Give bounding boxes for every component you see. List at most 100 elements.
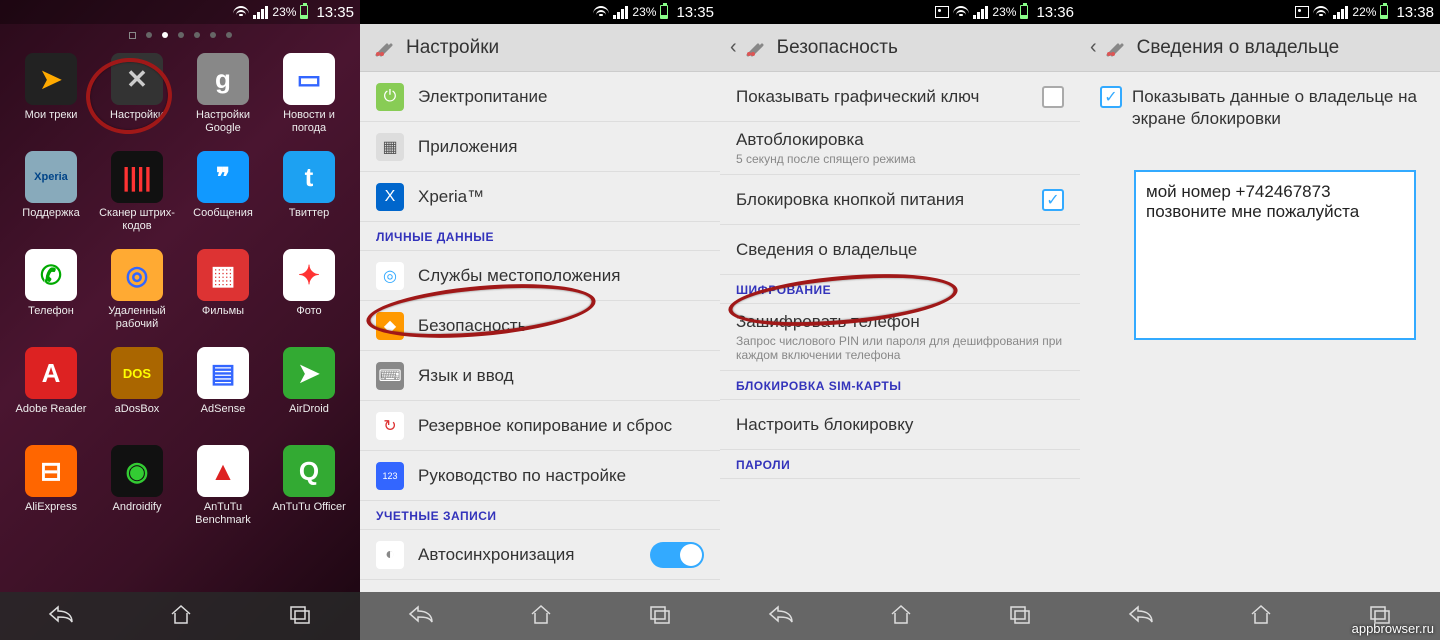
row-label: Резервное копирование и сброс <box>418 416 704 436</box>
picture-icon <box>1295 6 1309 18</box>
nav-bar <box>0 592 360 640</box>
show-on-lockscreen-row[interactable]: ✓ Показывать данные о владельце на экран… <box>1094 86 1426 130</box>
app-label: aDosBox <box>115 403 160 416</box>
settings-row[interactable]: ▦Приложения <box>360 122 720 172</box>
app-твиттер[interactable]: t Твиттер <box>266 151 352 245</box>
back-button[interactable] <box>768 604 794 629</box>
settings-row[interactable]: Показывать графический ключ✓ <box>720 72 1080 122</box>
settings-row[interactable]: Зашифровать телефонЗапрос числового PIN … <box>720 304 1080 371</box>
home-button[interactable] <box>1249 603 1273 630</box>
back-button[interactable] <box>408 604 434 629</box>
settings-icon <box>741 34 769 62</box>
signal-icon <box>253 6 268 19</box>
app-icon: ◉ <box>111 445 163 497</box>
checkbox-icon[interactable]: ✓ <box>1100 86 1122 108</box>
signal-icon <box>973 6 988 19</box>
app-icon: ▤ <box>197 347 249 399</box>
app-icon: ✕ <box>111 53 163 105</box>
app-adsense[interactable]: ▤ AdSense <box>180 347 266 441</box>
app-label: AdSense <box>201 403 246 416</box>
checkbox-icon[interactable]: ✓ <box>1042 86 1064 108</box>
app-label: Androidify <box>113 501 162 514</box>
phone-3-security: 23% 13:36 ‹ Безопасность Показывать граф… <box>720 0 1080 640</box>
security-list[interactable]: Показывать графический ключ✓Автоблокиров… <box>720 72 1080 592</box>
app-icon: ▦ <box>197 249 249 301</box>
app-icon: t <box>283 151 335 203</box>
app-настройки[interactable]: ✕Настройки <box>94 53 180 147</box>
wifi-icon <box>233 6 249 18</box>
settings-row[interactable]: 123Руководство по настройке <box>360 451 720 501</box>
app-antutu-benchmark[interactable]: ▲AnTuTu Benchmark <box>180 445 266 539</box>
status-bar: 23% 13:36 <box>720 0 1080 24</box>
app-мои-треки[interactable]: ➤Мои треки <box>8 53 94 147</box>
app-телефон[interactable]: ✆Телефон <box>8 249 94 343</box>
settings-row[interactable]: ◎Службы местоположения <box>360 251 720 301</box>
app-label: Сканер штрих-кодов <box>97 207 177 233</box>
app-aliexpress[interactable]: ⊟ AliExpress <box>8 445 94 539</box>
settings-row[interactable]: Автоблокировка 5 секунд после спящего реж… <box>720 122 1080 175</box>
row-label: Автоблокировка <box>736 130 1064 150</box>
settings-row[interactable]: ◆Безопасность <box>360 301 720 351</box>
app-icon: ▲ <box>197 445 249 497</box>
row-icon: ▦ <box>376 133 404 161</box>
app-icon: ◎ <box>111 249 163 301</box>
checkbox-icon[interactable]: ✓ <box>1042 189 1064 211</box>
app-icon: ⊟ <box>25 445 77 497</box>
settings-row[interactable]: ◐Автосинхронизация <box>360 530 720 580</box>
settings-row[interactable]: Блокировка кнопкой питания✓ <box>720 175 1080 225</box>
back-icon[interactable]: ‹ <box>1090 36 1097 59</box>
settings-row[interactable]: XXperia™ <box>360 172 720 222</box>
app-icon: ▭ <box>283 53 335 105</box>
app-label: Сообщения <box>193 207 253 220</box>
app-label: Твиттер <box>289 207 329 220</box>
app-фото[interactable]: ✦Фото <box>266 249 352 343</box>
app-поддержка[interactable]: XperiaПоддержка <box>8 151 94 245</box>
home-button[interactable] <box>529 603 553 630</box>
app-новости-и-погода[interactable]: ▭Новости и погода <box>266 53 352 147</box>
row-label: Показывать графический ключ <box>736 87 1042 107</box>
recent-button[interactable] <box>1008 604 1032 629</box>
settings-row[interactable]: ↻ Резервное копирование и сброс <box>360 401 720 451</box>
app-label: AliExpress <box>25 501 77 514</box>
app-label: AirDroid <box>289 403 329 416</box>
settings-row[interactable]: Настроить блокировку <box>720 400 1080 450</box>
row-subtitle: 5 секунд после спящего режима <box>736 152 1064 166</box>
recent-button[interactable] <box>648 604 672 629</box>
wifi-icon <box>953 6 969 18</box>
settings-row[interactable]: Сведения о владельце <box>720 225 1080 275</box>
home-button[interactable] <box>169 603 193 630</box>
app-label: Adobe Reader <box>16 403 87 416</box>
app-фильмы[interactable]: ▦Фильмы <box>180 249 266 343</box>
section-header: ЛИЧНЫЕ ДАННЫЕ <box>360 222 720 251</box>
settings-list[interactable]: ⏻Электропитание▦ПриложенияXXperia™ЛИЧНЫЕ… <box>360 72 720 592</box>
back-button[interactable] <box>48 604 74 629</box>
app-настройки-google[interactable]: gНастройки Google <box>180 53 266 147</box>
toggle-switch[interactable] <box>650 542 704 568</box>
battery-percent: 23% <box>272 5 296 19</box>
app-icon: Xperia <box>25 151 77 203</box>
row-icon: ↻ <box>376 412 404 440</box>
row-label: Зашифровать телефон <box>736 312 1064 332</box>
app-adobe-reader[interactable]: AAdobe Reader <box>8 347 94 441</box>
recent-button[interactable] <box>288 604 312 629</box>
app-сообщения[interactable]: ❞Сообщения <box>180 151 266 245</box>
owner-text-input[interactable]: мой номер +742467873 позвоните мне пожал… <box>1134 170 1416 340</box>
back-icon[interactable]: ‹ <box>730 36 737 59</box>
app-удаленный-рабочий[interactable]: ◎Удаленный рабочий <box>94 249 180 343</box>
home-button[interactable] <box>889 603 913 630</box>
settings-row[interactable]: ⌨Язык и ввод <box>360 351 720 401</box>
app-adosbox[interactable]: DOSaDosBox <box>94 347 180 441</box>
row-icon: ⏻ <box>376 83 404 111</box>
settings-icon <box>1101 34 1129 62</box>
app-androidify[interactable]: ◉ Androidify <box>94 445 180 539</box>
phone-4-owner-info: 22% 13:38 ‹ Сведения о владельце ✓ Показ… <box>1080 0 1440 640</box>
app-label: Телефон <box>28 305 74 318</box>
app-сканер-штрих-кодов[interactable]: ||||Сканер штрих-кодов <box>94 151 180 245</box>
header: ‹ Безопасность <box>720 24 1080 72</box>
settings-row[interactable]: ⏻Электропитание <box>360 72 720 122</box>
back-button[interactable] <box>1128 604 1154 629</box>
app-airdroid[interactable]: ➤AirDroid <box>266 347 352 441</box>
app-antutu-officer[interactable]: QAnTuTu Officer <box>266 445 352 539</box>
settings-icon <box>370 34 398 62</box>
battery-percent: 23% <box>632 5 656 19</box>
